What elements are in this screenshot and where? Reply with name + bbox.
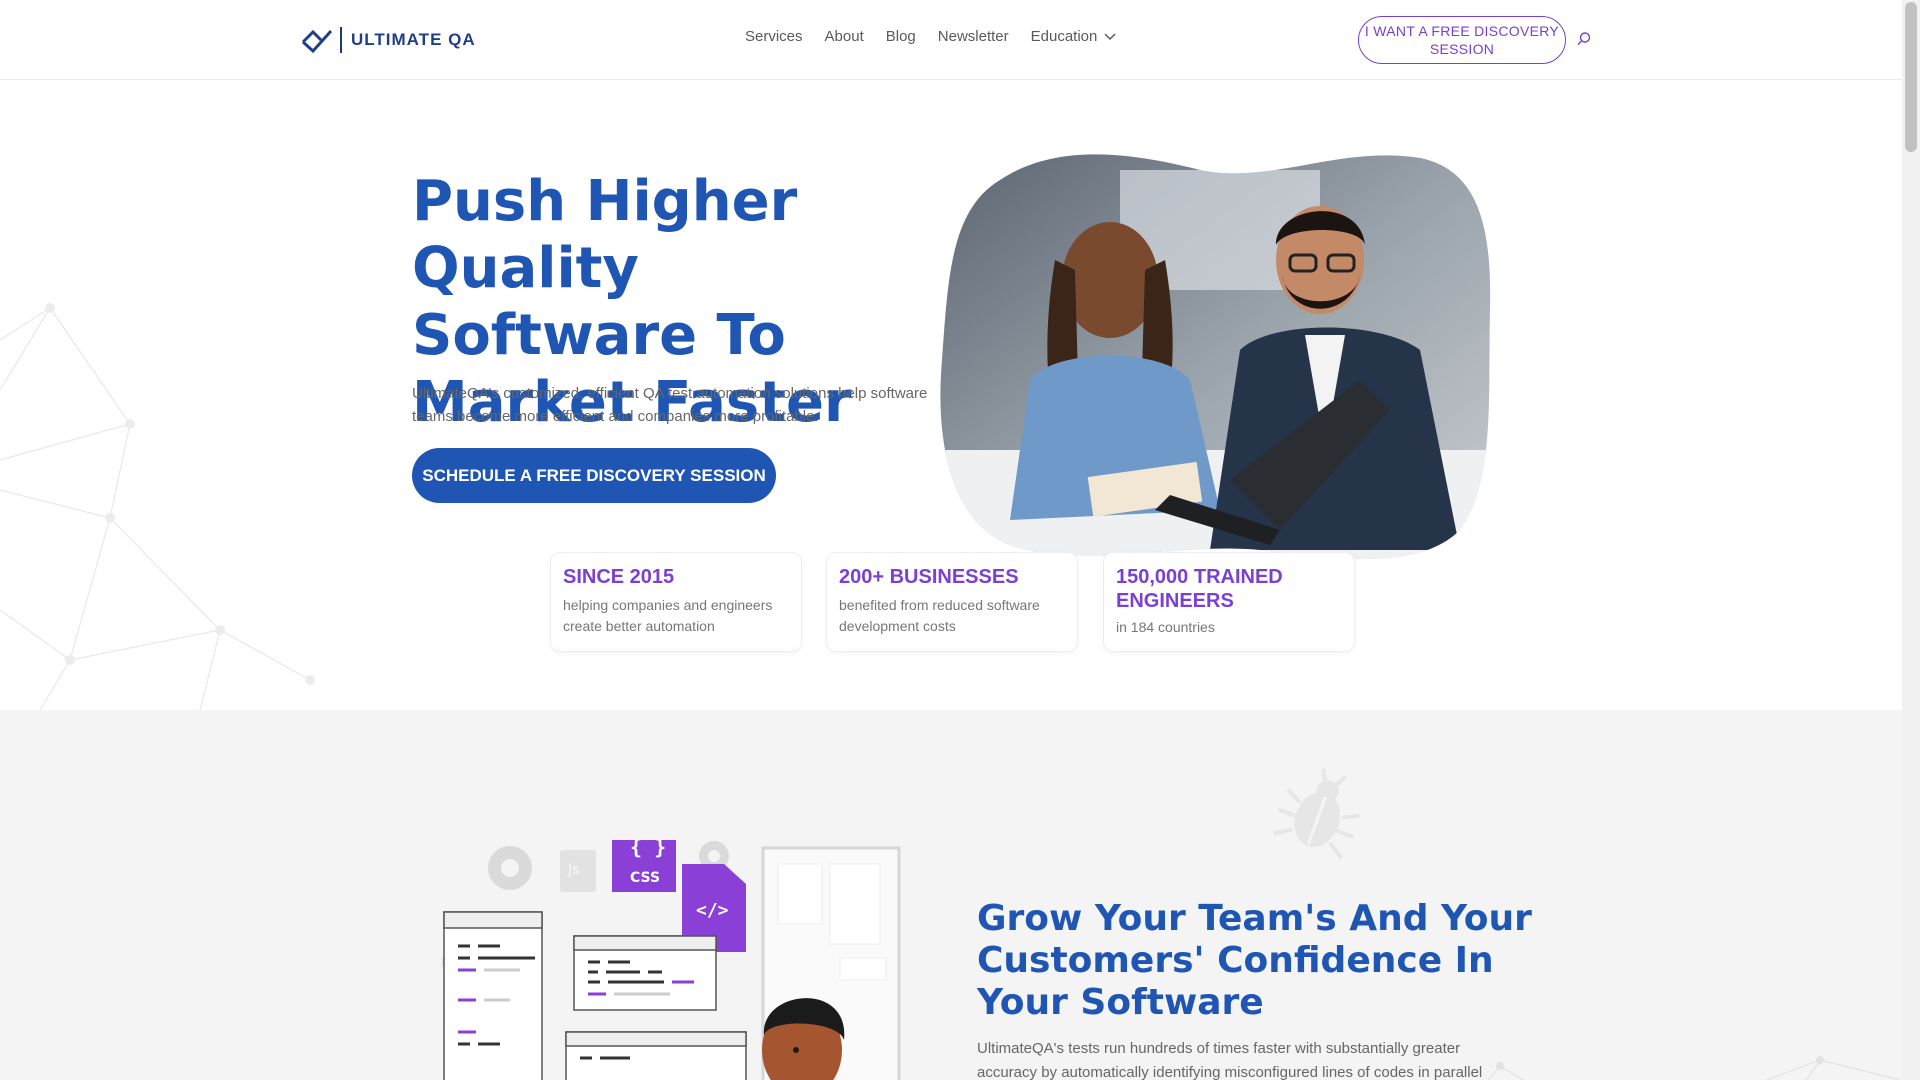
stat-text: benefited from reduced software developm…: [839, 597, 1040, 634]
stat-text: in 184 countries: [1116, 619, 1215, 635]
stat-card-since-2015: SINCE 2015 helping companies and enginee…: [550, 552, 802, 652]
svg-text:{ }: { }: [630, 840, 666, 859]
stat-card-businesses: 200+ BUSINESSES benefited from reduced s…: [826, 552, 1078, 652]
css-file-label: CSS: [630, 870, 660, 886]
logo-divider: [340, 27, 342, 53]
hero-subtitle: UltimateQA's customized, efficient QA te…: [412, 385, 928, 425]
main-nav: Services About Blog Newsletter Education: [745, 28, 1139, 45]
network-pattern-decoration: [0, 303, 315, 710]
logo-text: ULTIMATE QA: [351, 30, 476, 49]
schedule-session-button[interactable]: SCHEDULE A FREE DISCOVERY SESSION: [412, 448, 776, 503]
confidence-section: Js { } CSS </> Grow Your Team's And Your…: [0, 710, 1902, 1080]
stat-title: 150,000 TRAINED ENGINEERS: [1116, 566, 1283, 612]
page-scrollbar[interactable]: [1902, 0, 1920, 1080]
stat-title: SINCE 2015: [563, 566, 675, 588]
stat-title: 200+ BUSINESSES: [839, 566, 1019, 588]
network-pattern-decoration: [1487, 1056, 1900, 1080]
hero-section: Push Higher Quality Software To Market F…: [0, 80, 1902, 710]
nav-newsletter[interactable]: Newsletter: [938, 28, 1009, 45]
logo[interactable]: ULTIMATE QA: [300, 24, 476, 56]
stat-text: helping companies and engineers create b…: [563, 597, 773, 634]
nav-services[interactable]: Services: [745, 28, 803, 45]
nav-education[interactable]: Education: [1031, 28, 1118, 45]
check-logo-icon: [301, 29, 333, 54]
section-text: UltimateQA's tests run hundreds of times…: [977, 1040, 1483, 1080]
team-photo: [940, 154, 1491, 559]
nav-blog[interactable]: Blog: [886, 28, 916, 45]
html-file-label: </>: [696, 900, 729, 921]
chevron-down-icon: [1104, 32, 1116, 40]
stat-card-trained-engineers: 150,000 TRAINED ENGINEERS in 184 countri…: [1103, 552, 1355, 652]
nav-education-label: Education: [1030, 28, 1098, 45]
site-header: ULTIMATE QA Services About Blog Newslett…: [0, 0, 1902, 80]
search-icon[interactable]: [1576, 31, 1592, 47]
nav-about[interactable]: About: [825, 28, 864, 45]
free-discovery-button[interactable]: I WANT A FREE DISCOVERY SESSION: [1358, 16, 1566, 64]
scrollbar-thumb[interactable]: [1905, 2, 1917, 152]
bug-icon: [1273, 768, 1360, 860]
developer-illustration: Js { } CSS </>: [442, 840, 901, 1080]
js-file-label: Js: [567, 862, 579, 878]
section-title: Grow Your Team's And Your Customers' Con…: [977, 898, 1532, 1023]
